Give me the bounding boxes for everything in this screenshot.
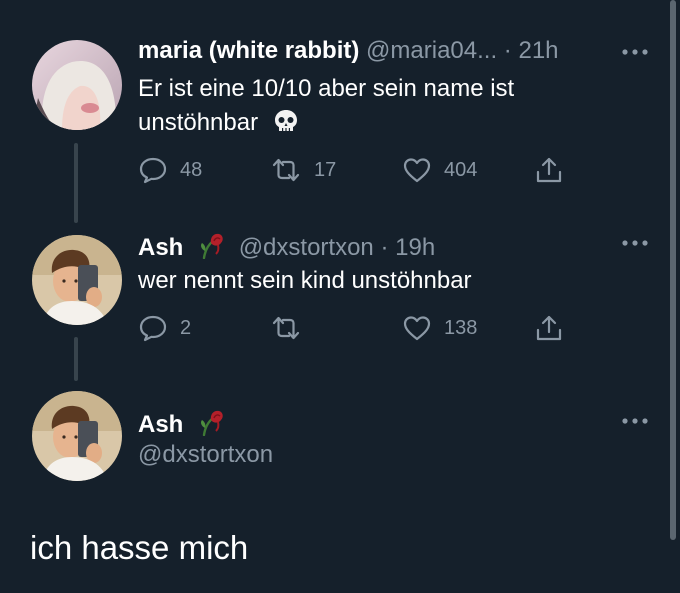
like-button[interactable]: 138 xyxy=(402,312,477,344)
retweet-icon xyxy=(272,158,300,182)
tweet-text: Er ist eine 10/10 aber sein name ist uns… xyxy=(138,72,514,140)
thread-line xyxy=(74,337,78,381)
like-count: 404 xyxy=(444,158,478,181)
retweet-count: 17 xyxy=(314,158,337,181)
avatar[interactable] xyxy=(32,40,122,130)
retweet-button[interactable]: 17 xyxy=(270,154,336,186)
tweet-text-line: Er ist eine 10/10 aber sein name ist xyxy=(138,75,515,102)
tweet-text: wer nennt sein kind unstöhnbar xyxy=(138,267,472,294)
reply-count: 48 xyxy=(180,158,203,181)
timestamp[interactable]: 21h xyxy=(518,37,558,64)
wilted-rose-icon xyxy=(201,233,223,259)
display-name[interactable]: maria (white rabbit) xyxy=(138,37,359,64)
tweet-header: Ash @dxstortxon · 19h xyxy=(138,229,435,262)
more-options-icon[interactable] xyxy=(620,46,650,58)
avatar[interactable] xyxy=(32,235,122,325)
tweet-text-line: unstöhnbar xyxy=(138,109,259,136)
share-icon xyxy=(536,315,562,341)
retweet-icon xyxy=(272,316,300,340)
retweet-button[interactable] xyxy=(270,312,314,344)
focused-tweet-text: ich hasse mich xyxy=(30,529,249,566)
reply-icon xyxy=(139,315,167,342)
avatar[interactable] xyxy=(32,391,122,481)
more-options-icon[interactable] xyxy=(620,237,650,249)
tweet-actions: 48 17 404 xyxy=(138,154,578,186)
display-name[interactable]: Ash xyxy=(138,234,183,261)
scrollbar[interactable] xyxy=(670,0,676,540)
heart-icon xyxy=(403,158,431,183)
reply-count: 2 xyxy=(180,316,192,339)
tweet-actions: 2 138 xyxy=(138,312,578,344)
reply-button[interactable]: 48 xyxy=(138,154,202,186)
user-handle[interactable]: @maria04... xyxy=(366,37,497,64)
more-options-icon[interactable] xyxy=(620,415,650,427)
like-count: 138 xyxy=(444,316,478,339)
wilted-rose-icon xyxy=(201,410,223,436)
skull-icon xyxy=(274,110,297,131)
reply-icon xyxy=(139,157,167,184)
separator: · xyxy=(380,234,389,261)
timestamp[interactable]: 19h xyxy=(395,234,435,261)
reply-button[interactable]: 2 xyxy=(138,312,191,344)
user-handle[interactable]: @dxstortxon xyxy=(138,441,273,469)
share-button[interactable] xyxy=(534,312,564,344)
like-button[interactable]: 404 xyxy=(402,154,477,186)
thread-line xyxy=(74,143,78,223)
tweet-header: maria (white rabbit) @maria04... · 21h xyxy=(138,37,559,65)
heart-icon xyxy=(403,316,431,341)
tweet-header: Ash xyxy=(138,406,226,439)
share-button[interactable] xyxy=(534,154,564,186)
display-name[interactable]: Ash xyxy=(138,411,183,438)
share-icon xyxy=(536,157,562,183)
user-handle[interactable]: @dxstortxon xyxy=(239,234,374,261)
separator: · xyxy=(503,37,512,64)
